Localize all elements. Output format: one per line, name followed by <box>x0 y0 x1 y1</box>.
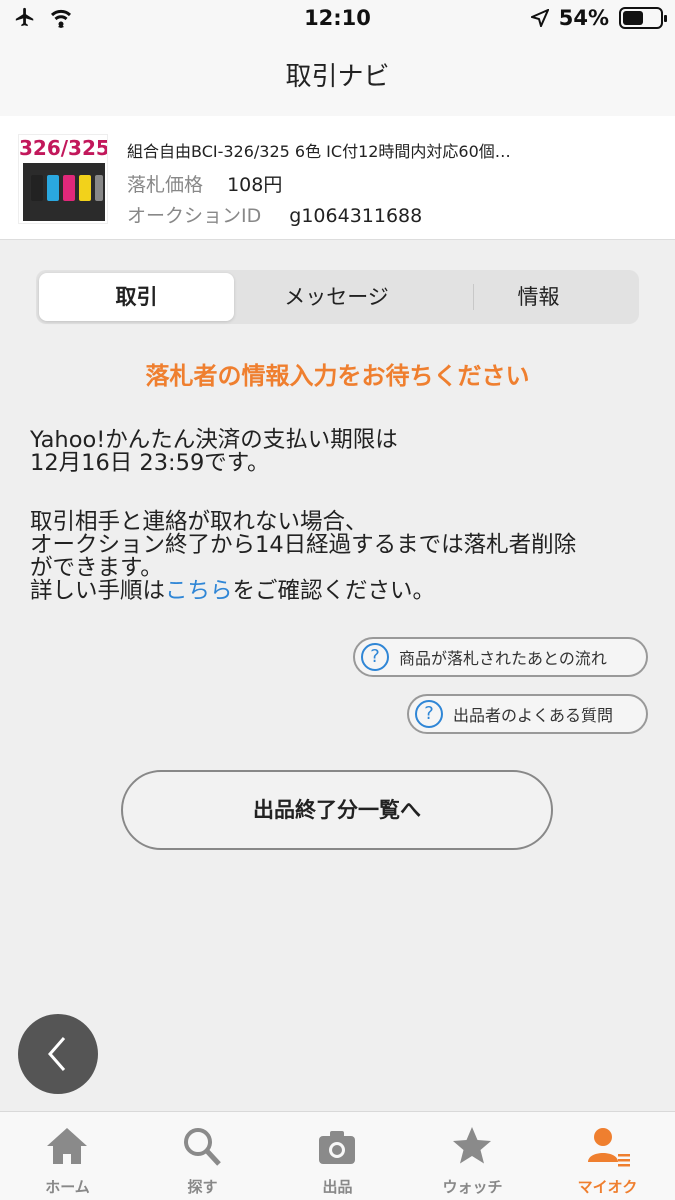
cartridge-black <box>31 175 43 201</box>
home-icon <box>47 1128 87 1164</box>
tab-sell[interactable]: 出品 <box>270 1112 405 1200</box>
question-icon: ? <box>361 643 389 671</box>
bottom-tab-bar: ホーム 探す 出品 ウォッチ マイオク <box>0 1111 675 1200</box>
payment-deadline-text: Yahoo!かんたん決済の支払い期限は 12月16日 23:59です。 <box>30 429 398 475</box>
ended-listings-button[interactable]: 出品終了分一覧へ <box>121 770 553 850</box>
cartridge-magenta <box>63 175 75 201</box>
auction-id-label: オークションID <box>127 205 262 227</box>
item-id-row: オークションID g1064311688 <box>127 201 422 228</box>
price-value: 108円 <box>227 174 283 196</box>
body-text-suffix: をご確認ください。 <box>232 577 436 604</box>
auction-id-value: g1064311688 <box>289 205 423 227</box>
battery-icon <box>619 7 667 29</box>
tab-myauction[interactable]: マイオク <box>540 1112 675 1200</box>
tab-myauction-label: マイオク <box>577 1178 638 1196</box>
thumbnail-text: 326/325 <box>19 135 108 161</box>
tab-search-label: 探す <box>187 1178 218 1196</box>
flow-after-sale-label: 商品が落札されたあとの流れ <box>399 649 607 668</box>
search-icon <box>184 1128 221 1166</box>
page-title: 取引ナビ <box>0 38 675 116</box>
status-right: 54% <box>530 6 667 30</box>
body-line: 詳しい手順はこちらをご確認ください。 <box>30 577 576 604</box>
cartridge-gray <box>95 175 103 201</box>
price-label: 落札価格 <box>127 174 204 196</box>
status-notice: 落札者の情報入力をお待ちください <box>145 362 530 390</box>
tab-trade[interactable]: 取引 <box>39 273 234 321</box>
status-bar: 12:10 54% <box>0 0 675 38</box>
flow-after-sale-link[interactable]: ? 商品が落札されたあとの流れ <box>353 637 648 677</box>
item-price-row: 落札価格 108円 <box>127 170 282 197</box>
camera-icon <box>319 1131 355 1164</box>
cartridge-yellow <box>79 175 91 201</box>
body-line: 12月16日 23:59です。 <box>30 449 270 476</box>
question-icon: ? <box>415 700 443 728</box>
tab-search[interactable]: 探す <box>135 1112 270 1200</box>
seller-faq-link[interactable]: ? 出品者のよくある質問 <box>407 694 648 734</box>
tab-home[interactable]: ホーム <box>0 1112 135 1200</box>
trade-tabs: 取引 メッセージ 情報 <box>36 270 639 324</box>
tab-watch[interactable]: ウォッチ <box>405 1112 540 1200</box>
body-line: ができます。 <box>30 554 163 581</box>
tab-home-label: ホーム <box>45 1178 90 1196</box>
item-title[interactable]: 組合自由BCI-326/325 6色 IC付12時間内対応60個… <box>127 138 647 162</box>
body-line: Yahoo!かんたん決済の支払い期限は <box>30 427 398 453</box>
star-icon <box>453 1127 491 1164</box>
tab-info[interactable]: 情報 <box>441 273 636 321</box>
chevron-left-icon <box>48 1037 66 1071</box>
back-button[interactable] <box>18 1014 98 1094</box>
here-link[interactable]: こちら <box>165 578 233 604</box>
body-text-prefix: 詳しい手順は <box>30 577 166 604</box>
item-thumbnail: 326/325 <box>18 134 108 224</box>
body-line: 取引相手と連絡が取れない場合、 <box>30 509 368 535</box>
cartridge-cyan <box>47 175 59 201</box>
seller-faq-label: 出品者のよくある質問 <box>453 706 614 725</box>
tab-message[interactable]: メッセージ <box>239 273 434 321</box>
body-line: オークション終了から14日経過するまでは落札者削除 <box>30 531 577 558</box>
location-arrow-icon <box>530 9 549 27</box>
user-list-icon <box>588 1128 630 1167</box>
contact-help-text: 取引相手と連絡が取れない場合、 オークション終了から14日経過するまでは落札者削… <box>30 511 576 603</box>
tab-watch-label: ウォッチ <box>442 1178 503 1196</box>
tab-sell-label: 出品 <box>322 1178 353 1196</box>
battery-percent: 54% <box>558 6 609 30</box>
